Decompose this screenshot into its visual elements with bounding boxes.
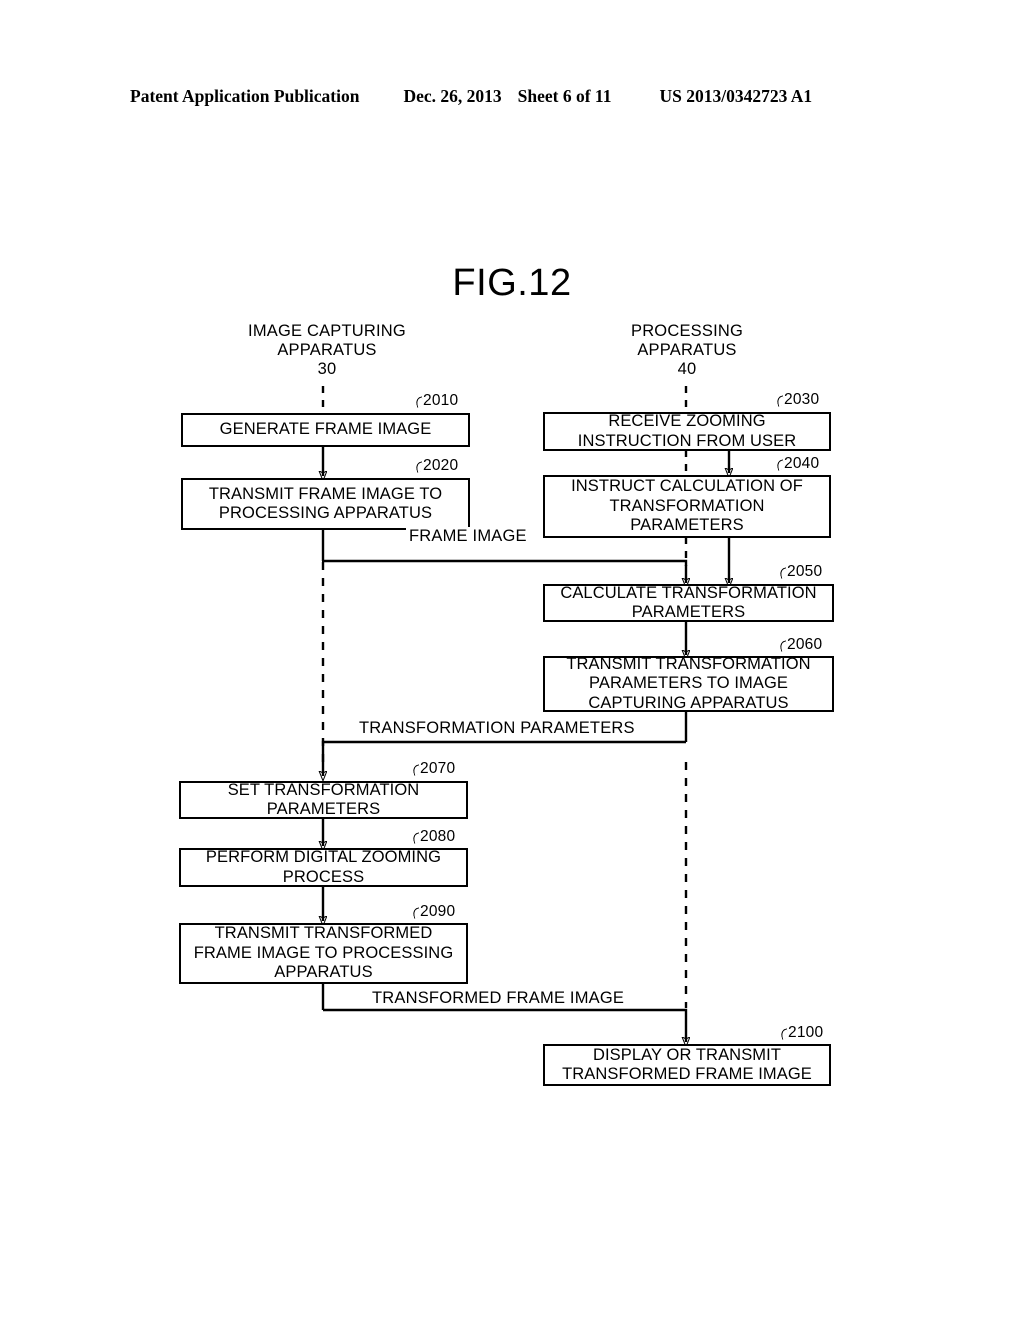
process-box-2020[interactable]: TRANSMIT FRAME IMAGE TO PROCESSING APPAR… [181, 478, 470, 530]
leader-hook-icon [778, 639, 787, 650]
process-box-2030[interactable]: RECEIVE ZOOMING INSTRUCTION FROM USER [543, 412, 831, 451]
process-box-2100[interactable]: DISPLAY OR TRANSMIT TRANSFORMED FRAME IM… [543, 1044, 831, 1086]
line-transformed-frame-image-to-2100 [323, 1008, 686, 1042]
process-box-2040[interactable]: INSTRUCT CALCULATION OF TRANSFORMATION P… [543, 475, 831, 538]
leader-hook-icon [411, 906, 420, 917]
process-box-2070[interactable]: SET TRANSFORMATION PARAMETERS [179, 781, 468, 819]
message-label-transformation-parameters: TRANSFORMATION PARAMETERS [356, 719, 638, 738]
process-box-2080[interactable]: PERFORM DIGITAL ZOOMING PROCESS [179, 848, 468, 887]
reference-numeral-2040: 2040 [775, 455, 819, 473]
line-transformation-parameters-to-2070 [323, 740, 686, 776]
leader-hook-icon [411, 831, 420, 842]
leader-hook-icon [775, 458, 784, 469]
reference-numeral-2060: 2060 [778, 636, 822, 654]
line-frame-image-to-2050 [322, 559, 686, 583]
leader-hook-icon [414, 395, 423, 406]
reference-numeral-2030: 2030 [775, 391, 819, 409]
reference-numeral-2080: 2080 [411, 828, 455, 846]
leader-hook-icon [414, 460, 423, 471]
line-2020-down [321, 530, 325, 563]
process-box-2090[interactable]: TRANSMIT TRANSFORMED FRAME IMAGE TO PROC… [179, 923, 468, 984]
message-label-transformed-frame-image: TRANSFORMED FRAME IMAGE [369, 989, 628, 1008]
flowchart-diagram: IMAGE CAPTURING APPARATUS 30 PROCESSING … [0, 0, 1024, 1320]
reference-numeral-2020: 2020 [414, 457, 458, 475]
reference-numeral-2050: 2050 [778, 563, 822, 581]
reference-numeral-2070: 2070 [411, 760, 455, 778]
lane-header-processing-apparatus: PROCESSING APPARATUS 40 [630, 322, 744, 378]
message-label-frame-image: FRAME IMAGE [406, 527, 530, 546]
leader-hook-icon [411, 763, 420, 774]
reference-numeral-2090: 2090 [411, 903, 455, 921]
reference-numeral-2010: 2010 [414, 392, 458, 410]
process-box-2010[interactable]: GENERATE FRAME IMAGE [181, 413, 470, 447]
leader-hook-icon [778, 566, 787, 577]
process-box-2050[interactable]: CALCULATE TRANSFORMATION PARAMETERS [543, 584, 834, 622]
leader-hook-icon [775, 394, 784, 405]
leader-hook-icon [779, 1027, 788, 1038]
connector-layer [0, 386, 1024, 1320]
lane-header-image-capturing-apparatus: IMAGE CAPTURING APPARATUS 30 [248, 322, 406, 378]
reference-numeral-2100: 2100 [779, 1024, 823, 1042]
process-box-2060[interactable]: TRANSMIT TRANSFORMATION PARAMETERS TO IM… [543, 655, 834, 712]
